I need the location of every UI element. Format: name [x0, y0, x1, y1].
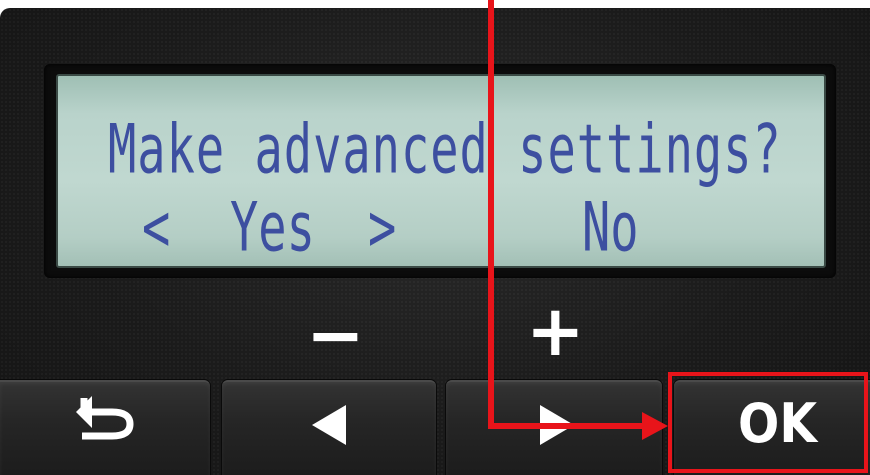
back-arrow-icon — [76, 396, 134, 440]
printer-control-panel-photo: Make advanced settings? < Yes > No − + O… — [0, 0, 870, 475]
right-triangle-icon — [540, 405, 574, 445]
lcd-screen: Make advanced settings? < Yes > No — [56, 74, 826, 268]
lcd-right-arrow: > — [368, 188, 397, 268]
ok-highlight-box — [668, 372, 868, 473]
lcd-option-no: No — [582, 188, 639, 268]
lcd-option-yes: Yes — [230, 188, 315, 268]
left-triangle-icon — [312, 405, 346, 445]
lcd-prompt: Make advanced settings? — [108, 110, 782, 190]
lcd-left-arrow: < — [142, 188, 171, 268]
minus-label: − — [306, 294, 365, 376]
plus-label: + — [526, 290, 585, 372]
